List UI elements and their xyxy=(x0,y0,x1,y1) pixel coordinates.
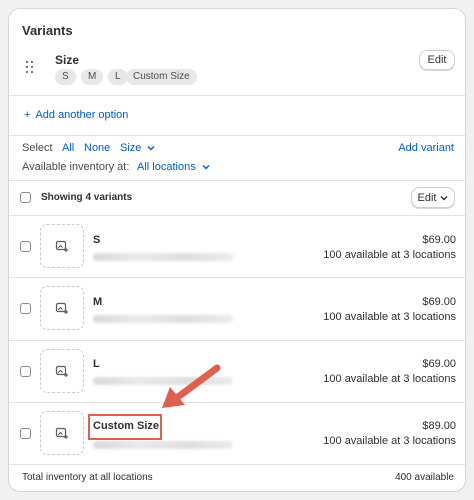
redacted-sku xyxy=(93,253,233,261)
select-all-link[interactable]: All xyxy=(62,142,74,154)
add-option-link[interactable]: + Add another option xyxy=(24,109,128,121)
select-all-checkbox[interactable] xyxy=(20,192,31,203)
variant-availability: 100 available at 3 locations xyxy=(323,435,456,447)
footer-label: Total inventory at all locations xyxy=(22,472,153,483)
variant-checkbox[interactable] xyxy=(20,366,31,377)
add-option-label: Add another option xyxy=(35,109,129,121)
arrow-annotation-icon xyxy=(162,364,221,408)
location-label: All locations xyxy=(137,161,196,173)
image-add-icon xyxy=(55,365,68,377)
chevron-down-icon xyxy=(202,165,210,170)
variant-price: $89.00 xyxy=(422,420,456,432)
option-value-pill: S xyxy=(55,69,76,85)
divider xyxy=(9,95,465,96)
variant-row[interactable]: L $69.00 100 available at 3 locations xyxy=(9,341,465,402)
variant-row[interactable]: Custom Size $89.00 100 available at 3 lo… xyxy=(9,403,465,464)
redacted-sku xyxy=(93,315,233,323)
variant-availability: 100 available at 3 locations xyxy=(323,249,456,261)
select-label: Select xyxy=(22,142,53,154)
variant-row[interactable]: M $69.00 100 available at 3 locations xyxy=(9,278,465,340)
section-title: Variants xyxy=(22,23,73,38)
variant-checkbox[interactable] xyxy=(20,428,31,439)
divider xyxy=(9,135,465,136)
option-name: Size xyxy=(55,53,80,67)
inventory-label: Available inventory at: xyxy=(22,161,130,173)
option-value-pill: M xyxy=(81,69,104,85)
divider xyxy=(9,180,465,181)
chevron-down-icon xyxy=(147,146,155,151)
variant-price: $69.00 xyxy=(422,296,456,308)
plus-icon: + xyxy=(24,109,31,121)
chevron-down-icon xyxy=(440,195,448,200)
variant-availability: 100 available at 3 locations xyxy=(323,373,456,385)
variant-image-placeholder[interactable] xyxy=(40,286,84,330)
location-dropdown[interactable]: All locations xyxy=(137,161,210,173)
variant-image-placeholder[interactable] xyxy=(40,411,84,455)
variant-price: $69.00 xyxy=(422,358,456,370)
showing-count: Showing 4 variants xyxy=(41,192,133,203)
divider xyxy=(9,464,465,465)
select-size-dropdown[interactable]: Size xyxy=(120,142,155,154)
bulk-edit-label: Edit xyxy=(417,191,437,204)
add-variant-link[interactable]: Add variant xyxy=(398,142,454,154)
variant-name: S xyxy=(93,234,101,246)
select-size-label: Size xyxy=(120,142,142,154)
variant-image-placeholder[interactable] xyxy=(40,224,84,268)
option-value-pill: Custom Size xyxy=(126,69,197,85)
edit-option-button[interactable]: Edit xyxy=(419,50,455,70)
variant-row[interactable]: S $69.00 100 available at 3 locations xyxy=(9,216,465,277)
redacted-sku xyxy=(93,441,233,449)
image-add-icon xyxy=(55,302,68,314)
variant-price: $69.00 xyxy=(422,234,456,246)
select-none-link[interactable]: None xyxy=(84,142,110,154)
variant-image-placeholder[interactable] xyxy=(40,349,84,393)
variant-availability: 100 available at 3 locations xyxy=(323,311,456,323)
annotation-highlight-box xyxy=(88,414,162,440)
image-add-icon xyxy=(55,427,68,439)
variant-name: L xyxy=(93,358,100,370)
image-add-icon xyxy=(55,240,68,252)
drag-handle-icon[interactable] xyxy=(25,60,35,76)
bulk-edit-button[interactable]: Edit xyxy=(411,187,455,208)
option-value-pill: L xyxy=(108,69,128,85)
variants-card: Variants Size S M L Custom Size Edit + Ad… xyxy=(8,8,466,492)
variant-name: M xyxy=(93,296,103,308)
variant-checkbox[interactable] xyxy=(20,303,31,314)
variant-checkbox[interactable] xyxy=(20,241,31,252)
footer-value: 400 available xyxy=(395,472,454,483)
